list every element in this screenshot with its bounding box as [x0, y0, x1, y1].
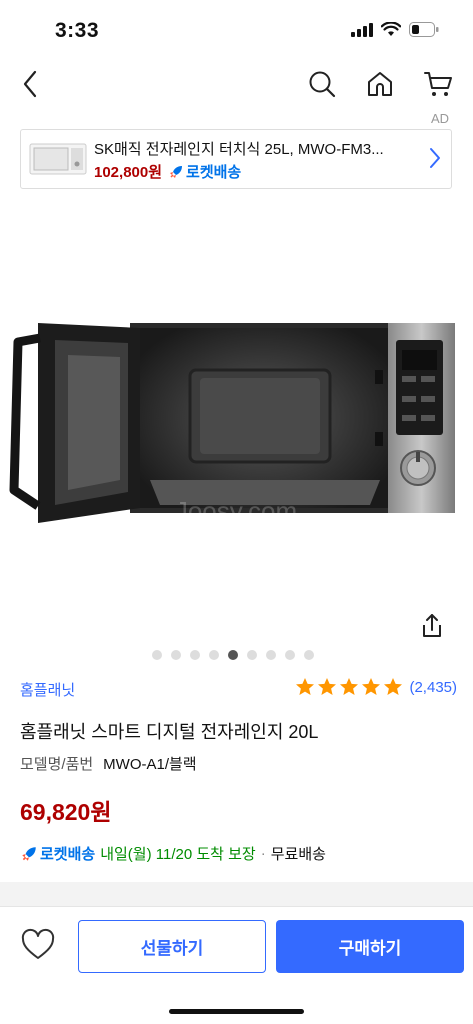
delivery-date: 내일(월) 11/20 도착 보장	[100, 846, 256, 863]
gallery-dot[interactable]	[285, 650, 295, 660]
star-icon	[340, 678, 359, 695]
gift-button[interactable]: 선물하기	[78, 920, 266, 973]
delivery-rocket-label: 로켓배송	[40, 846, 96, 863]
rocket-icon	[170, 165, 183, 178]
status-bar: 3:33	[0, 0, 473, 60]
model-label: 모델명/품번	[20, 756, 94, 773]
gallery-dot[interactable]	[266, 650, 276, 660]
status-icons	[351, 22, 439, 37]
home-indicator	[169, 1009, 304, 1014]
search-icon	[309, 71, 336, 98]
star-icon	[296, 678, 315, 695]
gallery-dot[interactable]	[171, 650, 181, 660]
model-row: 모델명/품번 MWO-A1/블랙	[20, 753, 197, 774]
ad-label: AD	[430, 111, 449, 126]
chevron-right-icon	[430, 148, 440, 168]
gallery-dot[interactable]	[152, 650, 162, 660]
cart-icon	[424, 72, 452, 96]
battery-icon	[409, 22, 439, 37]
ad-banner[interactable]: SK매직 전자레인지 터치식 25L, MWO-FM3... 102,800원 …	[20, 129, 452, 189]
gallery-dot[interactable]	[190, 650, 200, 660]
star-icon	[362, 678, 381, 695]
home-button[interactable]	[362, 66, 398, 102]
rating-count: (2,435)	[409, 678, 457, 696]
ad-price: 102,800원	[94, 164, 163, 181]
cellular-signal-icon	[351, 22, 373, 37]
status-time: 3:33	[55, 19, 100, 42]
ad-title: SK매직 전자레인지 터치식 25L, MWO-FM3...	[94, 141, 384, 158]
section-divider	[0, 882, 473, 906]
buy-button[interactable]: 구매하기	[276, 920, 464, 973]
gallery-dot-active[interactable]	[228, 650, 238, 660]
bottom-action-bar: 선물하기 구매하기	[0, 906, 473, 1024]
chevron-left-icon	[23, 70, 37, 98]
ad-price-row: 102,800원 로켓배송	[94, 161, 241, 182]
star-icon	[318, 678, 337, 695]
gallery-dot[interactable]	[247, 650, 257, 660]
heart-icon[interactable]	[20, 927, 56, 963]
product-image[interactable]: Joosy.com	[0, 200, 473, 640]
rating[interactable]: (2,435)	[295, 677, 457, 697]
gallery-dot[interactable]	[209, 650, 219, 660]
delivery-separator: ·	[260, 845, 266, 862]
nav-bar	[0, 62, 473, 106]
product-price: 69,820원	[20, 799, 112, 825]
ad-product-thumbnail	[29, 143, 87, 175]
cart-button[interactable]	[420, 66, 456, 102]
share-icon[interactable]	[418, 612, 446, 640]
ad-rocket-label: 로켓배송	[186, 164, 242, 181]
back-button[interactable]	[12, 66, 48, 102]
search-button[interactable]	[304, 66, 340, 102]
watermark-text: Joosy.com	[175, 496, 297, 526]
rocket-icon	[22, 846, 36, 861]
gallery-pagination	[152, 650, 314, 660]
home-icon	[368, 72, 392, 96]
star-icon	[384, 678, 403, 695]
brand-link[interactable]: 홈플래닛	[20, 679, 75, 700]
delivery-info: 로켓배송 내일(월) 11/20 도착 보장 · 무료배송	[20, 843, 326, 864]
product-title: 홈플래닛 스마트 디지털 전자레인지 20L	[20, 722, 319, 742]
gallery-dot[interactable]	[304, 650, 314, 660]
free-shipping: 무료배송	[270, 846, 326, 863]
model-value: MWO-A1/블랙	[103, 756, 197, 773]
wifi-icon	[381, 22, 401, 36]
